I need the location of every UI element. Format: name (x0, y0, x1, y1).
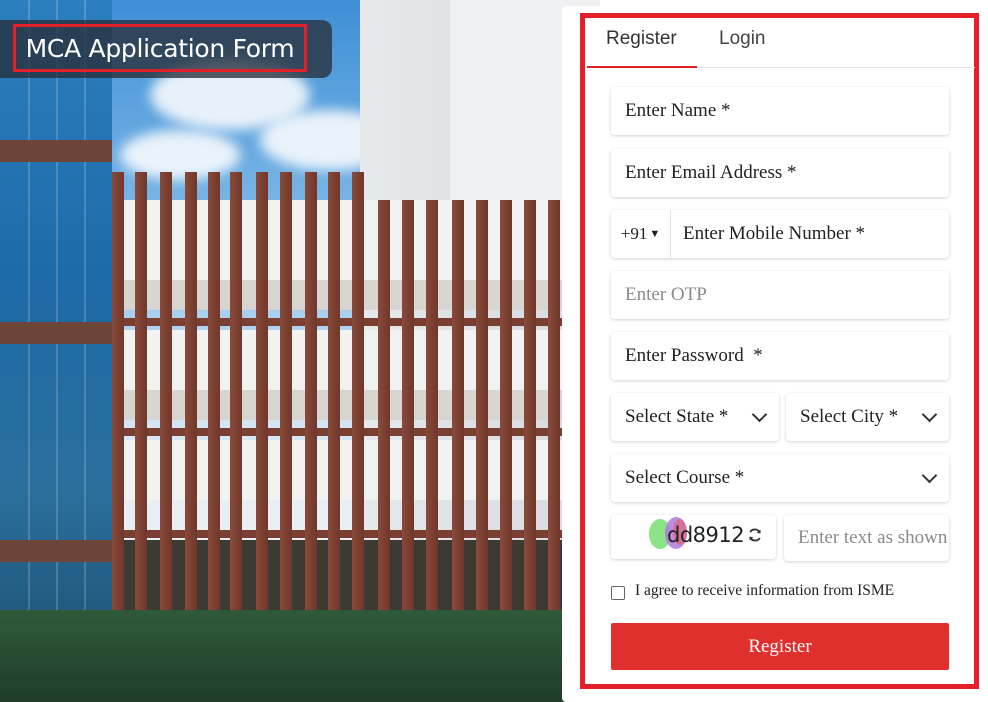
name-field[interactable] (611, 87, 949, 135)
captcha-code: dd8912 (667, 523, 745, 547)
form-tabs: Register Login (587, 22, 975, 70)
consent-row: I agree to receive information from ISME (611, 582, 894, 600)
city-select[interactable]: Select City * (786, 393, 949, 441)
title-highlight-box: MCA Application Form (13, 24, 307, 72)
course-select[interactable]: Select Course * (611, 454, 949, 502)
chevron-down-icon (921, 467, 938, 483)
glass-mullion (28, 0, 30, 702)
otp-field[interactable] (611, 271, 949, 319)
refresh-icon[interactable] (746, 526, 764, 544)
tab-login[interactable]: Login (719, 28, 766, 50)
email-field[interactable] (611, 149, 949, 197)
mobile-field[interactable] (671, 210, 949, 258)
country-code-value: +91 (620, 224, 648, 243)
city-select-label: Select City * (800, 406, 899, 427)
password-field-wrapper (611, 332, 949, 380)
name-field-wrapper (611, 87, 949, 135)
glass-floor-band (0, 140, 112, 162)
consent-label: I agree to receive information from ISME (635, 582, 895, 599)
title-banner: MCA Application Form (0, 20, 332, 78)
glass-tower (0, 0, 112, 702)
captcha-input[interactable] (784, 515, 949, 561)
chevron-down-icon (751, 406, 768, 422)
page-title: MCA Application Form (25, 33, 295, 63)
consent-checkbox[interactable] (611, 586, 625, 600)
register-button[interactable]: Register (611, 623, 949, 670)
campus-background-image (0, 0, 600, 702)
email-field-wrapper (611, 149, 949, 197)
captcha-image: dd8912 (611, 515, 776, 559)
mobile-field-wrapper: +91 ▼ (611, 210, 949, 258)
chevron-down-icon (921, 406, 938, 422)
state-select[interactable]: Select State * (611, 393, 779, 441)
tab-register[interactable]: Register (606, 28, 677, 50)
password-field[interactable] (611, 332, 949, 380)
trees-ground (0, 610, 600, 702)
glass-floor-band (0, 540, 112, 562)
active-tab-indicator (587, 66, 697, 68)
glass-mullion (56, 0, 58, 702)
otp-field-wrapper (611, 271, 949, 319)
course-select-label: Select Course * (625, 467, 745, 488)
glass-mullion (84, 0, 86, 702)
country-code-select[interactable]: +91 ▼ (611, 210, 671, 258)
captcha-input-wrapper (784, 515, 949, 561)
state-select-label: Select State * (625, 406, 729, 427)
caret-down-icon: ▼ (649, 228, 661, 240)
glass-floor-band (0, 322, 112, 344)
